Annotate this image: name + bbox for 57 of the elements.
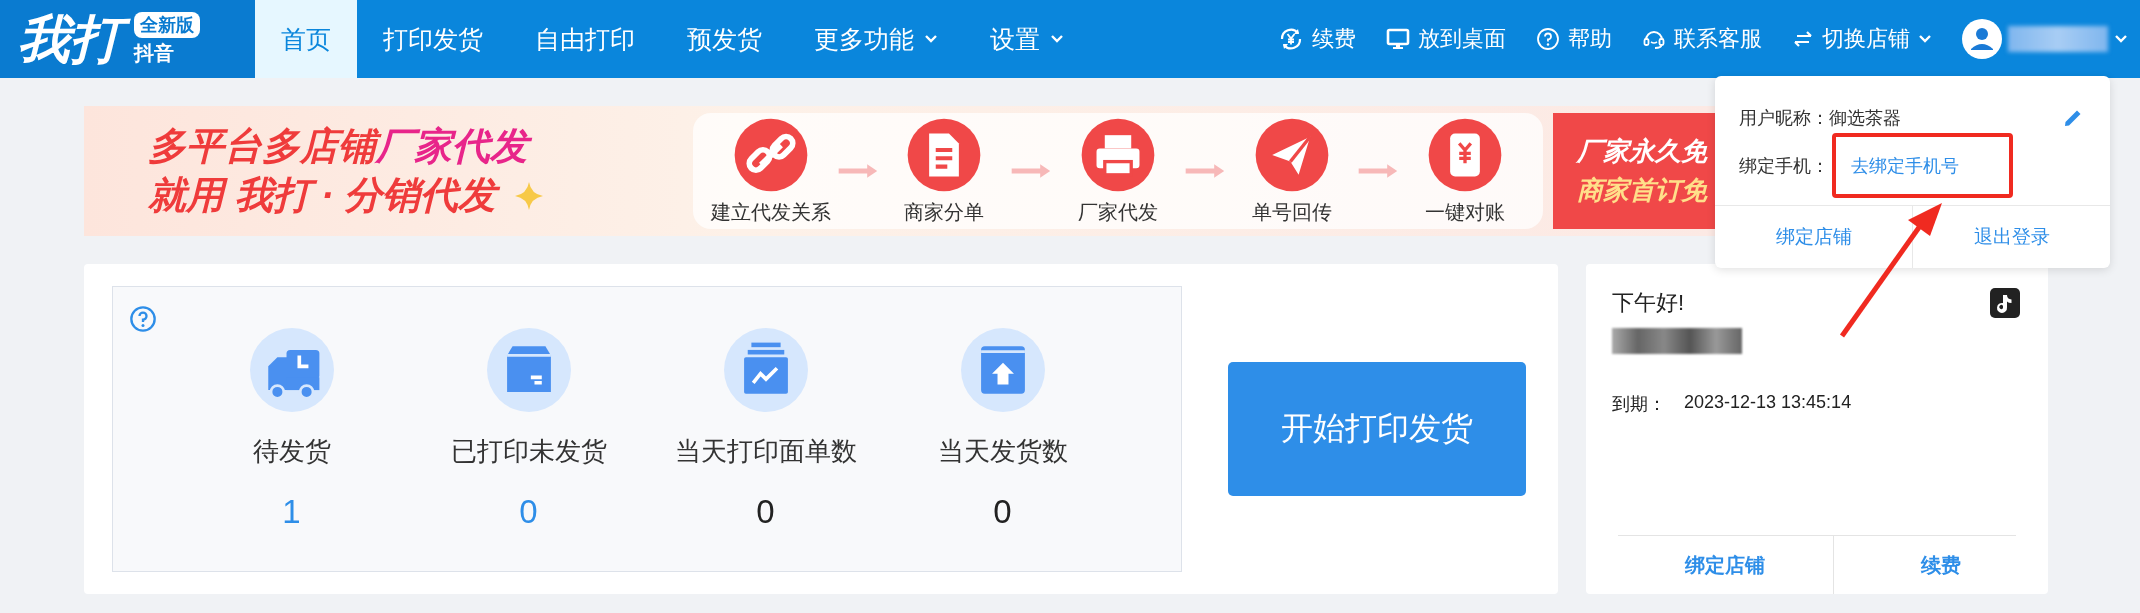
banner-headline: 多平台多店铺厂家代发 (148, 121, 536, 171)
step-label: 商家分单 (904, 199, 985, 225)
toolbar-button[interactable]: 切换店铺 (1792, 24, 1932, 54)
step-label: 厂家代发 (1078, 199, 1158, 225)
expiry-label: 到期： (1612, 393, 1666, 416)
paper-plane-icon (1253, 116, 1330, 193)
document-icon (906, 116, 983, 193)
upload-box-icon (960, 327, 1045, 412)
greeting: 下午好! (1612, 289, 1685, 317)
nav-tab[interactable]: 预发货 (661, 0, 788, 78)
step-label: 单号回传 (1251, 199, 1332, 225)
banner-tagline: 就用 我打 · 分销代发 (148, 171, 505, 221)
help-icon (129, 305, 157, 333)
yen-refresh-icon (1278, 26, 1304, 52)
toolbar-button[interactable]: 联系客服 (1642, 24, 1762, 54)
step-label: 建立代发关系 (710, 199, 831, 225)
stat-value: 0 (993, 492, 1012, 531)
stat-label: 待发货 (252, 434, 331, 468)
logo-title: 我打 (18, 6, 130, 72)
stat-value: 0 (756, 492, 775, 531)
promo-text: 厂家永久免 (1577, 135, 1709, 168)
toolbar-button[interactable]: 放到桌面 (1386, 24, 1506, 54)
nickname: 御选茶器 (1829, 107, 1901, 130)
account-link[interactable]: 绑定店铺 (1618, 536, 1833, 594)
nav-tab[interactable]: 设置 (964, 0, 1090, 78)
step-label: 一键对账 (1425, 199, 1506, 225)
promo-text: 商家首订免 (1577, 174, 1709, 207)
avatar-icon (1962, 19, 2002, 59)
stat-label: 已打印未发货 (450, 434, 607, 468)
start-print-button[interactable]: 开始打印发货 (1228, 362, 1526, 496)
monitor-icon (1386, 27, 1410, 51)
help-icon (1536, 27, 1560, 51)
toolbar-button[interactable]: 续费 (1278, 24, 1356, 54)
stat-label: 当天打印面单数 (674, 434, 857, 468)
chart-board-icon (723, 327, 808, 412)
nav-tab[interactable]: 打印发货 (357, 0, 509, 78)
expiry-date: 2023-12-13 13:45:14 (1684, 392, 1852, 414)
nav-tab[interactable]: 自由打印 (509, 0, 661, 78)
nav-tab[interactable]: 首页 (255, 0, 357, 78)
truck-icon (249, 327, 334, 412)
music-note-icon (1990, 288, 2020, 318)
logo-subtitle: 抖音 (134, 40, 174, 66)
stat-label: 当天发货数 (937, 434, 1068, 468)
nickname-label: 用户昵称： (1739, 107, 1829, 130)
account-link[interactable]: 续费 (1832, 536, 2048, 594)
stat-link[interactable]: 1 (282, 492, 301, 531)
link-icon (732, 116, 809, 193)
version-badge: 全新版 (134, 11, 200, 38)
nav-tab[interactable]: 更多功能 (788, 0, 964, 78)
phone-label: 绑定手机： (1739, 155, 1829, 178)
caret-icon (2114, 34, 2128, 44)
printer-icon (1080, 116, 1156, 193)
bind-phone-link[interactable]: 去绑定手机号 (1851, 154, 1959, 178)
package-icon (486, 327, 571, 412)
toolbar-button[interactable]: 帮助 (1536, 24, 1612, 54)
stat-link[interactable]: 0 (519, 492, 538, 531)
yen-ledger-icon (1427, 116, 1504, 193)
